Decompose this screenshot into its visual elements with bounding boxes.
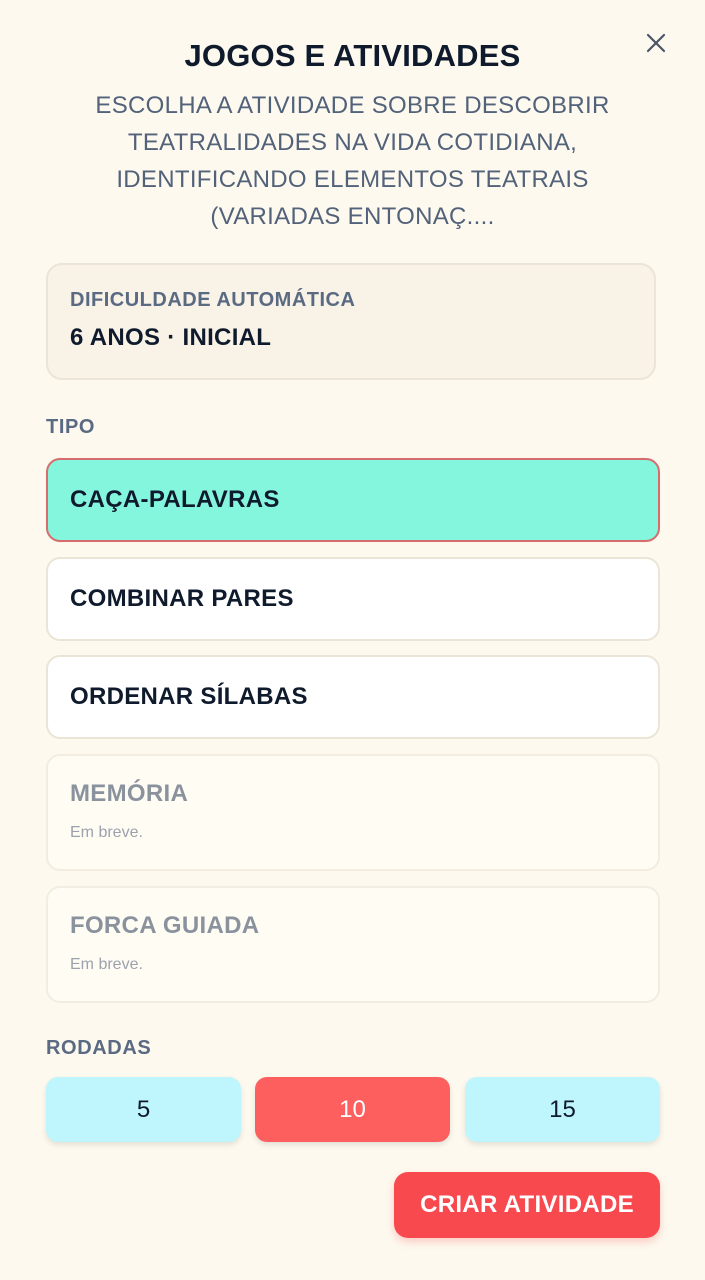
type-option-forca-guiada: FORCA GUIADA Em breve.	[46, 886, 660, 1003]
type-option-label: COMBINAR PARES	[70, 585, 294, 612]
type-option-memoria: MEMÓRIA Em breve.	[46, 754, 660, 871]
type-option-note: Em breve.	[70, 824, 143, 841]
type-option-ordenar-silabas[interactable]: ORDENAR SÍLABAS	[46, 655, 660, 739]
dialog-subtitle: ESCOLHA A ATIVIDADE SOBRE DESCOBRIR TEAT…	[95, 92, 610, 230]
rounds-section-label: RODADAS	[46, 1037, 152, 1059]
type-option-label: MEMÓRIA	[70, 780, 189, 807]
type-option-label: FORCA GUIADA	[70, 912, 260, 939]
rounds-option-10[interactable]: 10	[255, 1077, 450, 1142]
type-option-caca-palavras[interactable]: CAÇA-PALAVRAS	[46, 458, 660, 542]
dialog-title: JOGOS E ATIVIDADES	[184, 38, 521, 73]
type-option-label: CAÇA-PALAVRAS	[70, 486, 280, 513]
difficulty-card: DIFICULDADE AUTOMÁTICA 6 ANOS · INICIAL	[46, 263, 656, 380]
difficulty-label: DIFICULDADE AUTOMÁTICA	[70, 289, 356, 311]
difficulty-value: 6 ANOS · INICIAL	[70, 324, 272, 351]
type-option-note: Em breve.	[70, 956, 143, 973]
type-section-label: TIPO	[46, 416, 96, 438]
rounds-option-5[interactable]: 5	[46, 1077, 241, 1142]
create-activity-button[interactable]: CRIAR ATIVIDADE	[394, 1172, 660, 1238]
type-option-label: ORDENAR SÍLABAS	[70, 683, 308, 710]
rounds-option-15[interactable]: 15	[465, 1077, 660, 1142]
type-option-combinar-pares[interactable]: COMBINAR PARES	[46, 557, 660, 641]
